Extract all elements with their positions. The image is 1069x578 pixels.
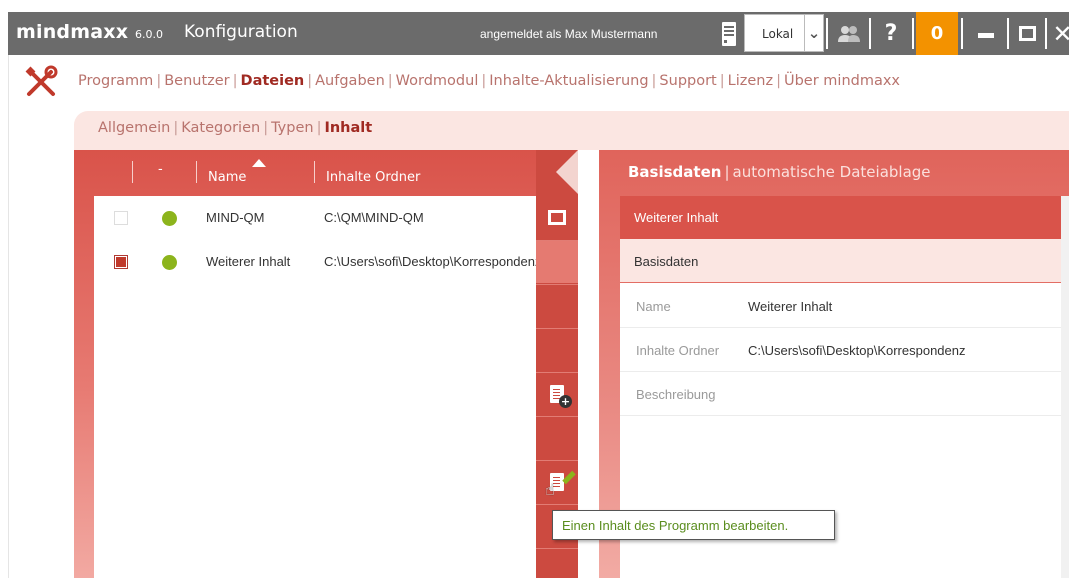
action-slot [536, 240, 578, 283]
sort-ascending-icon [252, 159, 266, 167]
tab-typen[interactable]: Typen [271, 120, 314, 136]
column-divider [314, 161, 315, 183]
action-slot [536, 284, 578, 327]
detail-scrollbar[interactable] [1061, 196, 1069, 578]
field-value[interactable]: C:\Users\sofi\Desktop\Korrespondenz [748, 343, 965, 358]
hand-cursor-icon: ☝ [545, 480, 555, 499]
row-checkbox[interactable] [114, 211, 128, 225]
nav-lizenz[interactable]: Lizenz [728, 73, 773, 89]
nav-dateien[interactable]: Dateien [241, 73, 305, 89]
detail-header: Weiterer Inhalt [620, 196, 1061, 239]
nav-inhalte-aktualisierung[interactable]: Inhalte-Aktualisierung [489, 73, 648, 89]
window-title: Konfiguration [184, 22, 298, 42]
row-folder: C:\QM\MIND-QM [324, 210, 424, 225]
tools-icon [25, 65, 58, 96]
maximize-button[interactable] [1010, 12, 1044, 55]
server-select-value: Lokal [762, 27, 794, 41]
column-divider [196, 161, 197, 183]
tab-allgemein[interactable]: Allgemein [98, 120, 170, 136]
divider [912, 18, 914, 49]
minimize-icon [978, 33, 994, 38]
window-edge [8, 55, 9, 578]
collapse-arrow-icon[interactable] [556, 150, 578, 194]
divider [826, 18, 828, 49]
nav-benutzer[interactable]: Benutzer [164, 73, 229, 89]
column-header-folder[interactable]: Inhalte Ordner [326, 170, 420, 185]
users-button[interactable] [830, 12, 868, 55]
divider [869, 18, 871, 49]
server-select[interactable]: Lokal ⌄ [744, 14, 824, 52]
field-folder: Inhalte Ordner C:\Users\sofi\Desktop\Kor… [620, 328, 1061, 372]
field-name: Name Weiterer Inhalt [620, 284, 1061, 328]
action-slot [536, 548, 578, 578]
column-divider [132, 161, 133, 183]
nav-wordmodul[interactable]: Wordmodul [396, 73, 479, 89]
field-value[interactable]: Weiterer Inhalt [748, 299, 832, 314]
app-logo: mindmaxx [16, 21, 129, 43]
add-content-button[interactable]: + [536, 372, 578, 415]
row-folder: C:\Users\sofi\Desktop\Korrespondenz [324, 254, 536, 269]
action-slot [536, 416, 578, 459]
tooltip: Einen Inhalt des Programm bearbeiten. [552, 510, 835, 540]
close-icon: ✕ [1052, 19, 1069, 48]
sub-nav: Allgemein | Kategorien | Typen | Inhalt [98, 120, 373, 136]
action-slot [536, 328, 578, 371]
select-all-button[interactable] [536, 196, 578, 239]
app-version: 6.0.0 [135, 28, 163, 41]
status-indicator [162, 255, 177, 270]
tab-basisdaten[interactable]: Basisdaten [628, 163, 721, 181]
main-nav: Programm | Benutzer | Dateien | Aufgaben | Wordm… [78, 73, 901, 89]
divider [1007, 18, 1009, 49]
help-button[interactable]: ? [872, 12, 910, 55]
users-icon [838, 25, 860, 42]
detail-tabs: Basisdaten | automatische Dateiablage [628, 163, 931, 181]
minimize-button[interactable] [966, 12, 1006, 55]
field-label: Inhalte Ordner [636, 343, 720, 358]
nav-programm[interactable]: Programm [78, 73, 153, 89]
list-item[interactable]: Weiterer Inhalt C:\Users\sofi\Desktop\Ko… [94, 240, 536, 284]
tab-automatische-dateiablage[interactable]: automatische Dateiablage [733, 163, 931, 181]
nav-ueber-mindmaxx[interactable]: Über mindmaxx [784, 73, 900, 89]
close-button[interactable]: ✕ [1048, 12, 1069, 55]
notification-badge[interactable]: 0 [916, 12, 958, 55]
column-header-name[interactable]: Name [208, 170, 246, 185]
row-name: Weiterer Inhalt [206, 254, 291, 269]
server-icon [714, 12, 744, 55]
maximize-icon [1018, 26, 1036, 41]
square-icon [548, 210, 566, 225]
nav-aufgaben[interactable]: Aufgaben [315, 73, 385, 89]
edit-content-button[interactable] [536, 460, 578, 503]
field-description: Beschreibung [620, 372, 1061, 416]
status-indicator [162, 211, 177, 226]
title-bar: mindmaxx 6.0.0 Konfiguration angemeldet … [8, 12, 1069, 55]
chevron-down-icon[interactable]: ⌄ [804, 15, 823, 51]
tab-kategorien[interactable]: Kategorien [181, 120, 260, 136]
column-header-status[interactable]: - [158, 162, 163, 177]
tab-inhalt[interactable]: Inhalt [324, 120, 372, 136]
divider [961, 18, 963, 49]
row-name: MIND-QM [206, 210, 265, 225]
add-document-icon: + [550, 385, 572, 408]
detail-section-title: Basisdaten [620, 239, 1061, 283]
nav-support[interactable]: Support [659, 73, 716, 89]
row-checkbox[interactable] [114, 255, 128, 269]
field-label: Beschreibung [636, 387, 716, 402]
list-item[interactable]: MIND-QM C:\QM\MIND-QM [94, 196, 536, 240]
field-label: Name [636, 299, 671, 314]
divider [1045, 18, 1047, 49]
login-status: angemeldet als Max Mustermann [480, 27, 658, 41]
